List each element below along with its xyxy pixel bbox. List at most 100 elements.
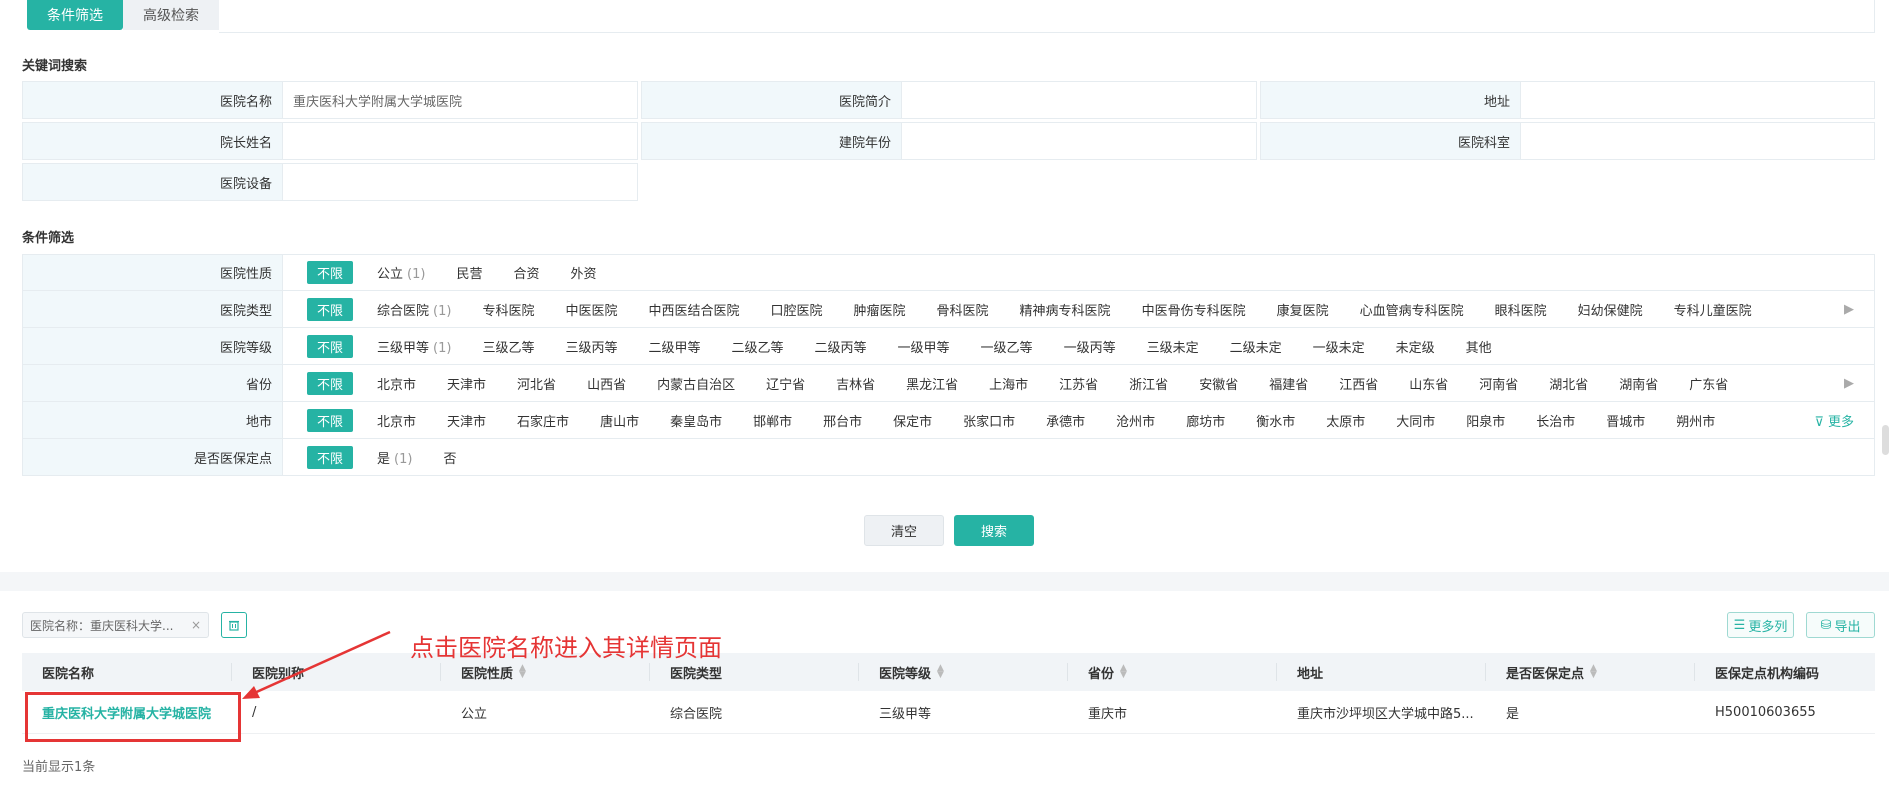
- filter-option[interactable]: 张家口市: [963, 411, 1015, 430]
- filter-option[interactable]: 三级未定: [1147, 337, 1199, 356]
- hospital-intro-input[interactable]: [902, 82, 1256, 118]
- filter-option[interactable]: 合资: [513, 263, 539, 282]
- filter-option[interactable]: 心血管病专科医院: [1360, 300, 1464, 319]
- filter-option[interactable]: 沧州市: [1116, 411, 1155, 430]
- clear-button[interactable]: 清空: [864, 515, 944, 546]
- filter-option[interactable]: 骨科医院: [937, 300, 989, 319]
- filter-option[interactable]: 口腔医院: [771, 300, 823, 319]
- filter-option[interactable]: 阳泉市: [1466, 411, 1505, 430]
- filter-option[interactable]: 未定级: [1396, 337, 1435, 356]
- search-button[interactable]: 搜索: [954, 515, 1034, 546]
- filter-option[interactable]: 保定市: [893, 411, 932, 430]
- filter-option[interactable]: 福建省: [1269, 374, 1308, 393]
- filter-option[interactable]: 二级未定: [1230, 337, 1282, 356]
- filter-option[interactable]: 廊坊市: [1186, 411, 1225, 430]
- sort-icon[interactable]: ▲ ▼: [937, 664, 944, 680]
- export-button[interactable]: ⛁ 导出: [1806, 612, 1875, 638]
- filter-option-all[interactable]: 不限: [307, 445, 354, 469]
- filter-option[interactable]: 天津市: [447, 374, 486, 393]
- filter-option[interactable]: 康复医院: [1277, 300, 1329, 319]
- filter-option[interactable]: 上海市: [989, 374, 1028, 393]
- filter-option[interactable]: 北京市: [377, 374, 416, 393]
- filter-option[interactable]: 二级丙等: [815, 337, 867, 356]
- filter-option[interactable]: 一级乙等: [981, 337, 1033, 356]
- scroll-right-icon[interactable]: ▶: [1844, 376, 1854, 391]
- filter-option[interactable]: 广东省: [1689, 374, 1728, 393]
- filter-option[interactable]: 眼科医院: [1495, 300, 1547, 319]
- filter-option[interactable]: 其他: [1466, 337, 1492, 356]
- filter-option[interactable]: 三级丙等: [565, 337, 617, 356]
- filter-option[interactable]: 衡水市: [1256, 411, 1295, 430]
- sort-icon[interactable]: ▲ ▼: [1120, 664, 1127, 680]
- filter-option[interactable]: 邢台市: [823, 411, 862, 430]
- equipment-input[interactable]: [283, 164, 637, 200]
- filter-option[interactable]: 长治市: [1536, 411, 1575, 430]
- filter-option[interactable]: 吉林省: [836, 374, 875, 393]
- filter-option[interactable]: 黑龙江省: [906, 374, 958, 393]
- filter-option-all[interactable]: 不限: [307, 408, 354, 432]
- filter-option[interactable]: 江西省: [1339, 374, 1378, 393]
- filter-option[interactable]: 山东省: [1409, 374, 1448, 393]
- founded-year-input[interactable]: [902, 123, 1256, 159]
- filter-option[interactable]: 内蒙古自治区: [657, 374, 735, 393]
- hospital-name-input[interactable]: 重庆医科大学附属大学城医院: [283, 82, 637, 118]
- sort-icon[interactable]: ▲ ▼: [1590, 664, 1597, 680]
- filter-option[interactable]: 江苏省: [1059, 374, 1098, 393]
- filter-option[interactable]: 公立 (1): [377, 263, 425, 282]
- filter-option[interactable]: 湖北省: [1549, 374, 1588, 393]
- filter-option[interactable]: 民营: [456, 263, 482, 282]
- filter-option[interactable]: 一级丙等: [1064, 337, 1116, 356]
- filter-option-all[interactable]: 不限: [307, 297, 354, 321]
- filter-option[interactable]: 精神病专科医院: [1020, 300, 1111, 319]
- filter-option[interactable]: 浙江省: [1129, 374, 1168, 393]
- filter-option[interactable]: 河北省: [517, 374, 556, 393]
- close-icon[interactable]: ×: [191, 618, 201, 632]
- filter-option[interactable]: 北京市: [377, 411, 416, 430]
- filter-option[interactable]: 太原市: [1326, 411, 1365, 430]
- filter-option[interactable]: 外资: [570, 263, 596, 282]
- tab-condition-filter[interactable]: 条件筛选: [27, 0, 123, 30]
- scroll-right-icon[interactable]: ▶: [1844, 302, 1854, 317]
- filter-option[interactable]: 邯郸市: [753, 411, 792, 430]
- filter-option[interactable]: 否: [443, 448, 456, 467]
- filter-option[interactable]: 专科儿童医院: [1674, 300, 1752, 319]
- sort-icon[interactable]: ▲ ▼: [519, 664, 526, 680]
- director-name-input[interactable]: [283, 123, 637, 159]
- filter-option[interactable]: 二级乙等: [732, 337, 784, 356]
- filter-option[interactable]: 大同市: [1396, 411, 1435, 430]
- filter-option[interactable]: 天津市: [447, 411, 486, 430]
- more-columns-button[interactable]: ☰ 更多列: [1727, 612, 1794, 638]
- filter-option[interactable]: 朔州市: [1676, 411, 1715, 430]
- filter-option[interactable]: 肿瘤医院: [854, 300, 906, 319]
- filter-option[interactable]: 河南省: [1479, 374, 1518, 393]
- filter-option[interactable]: 承德市: [1046, 411, 1085, 430]
- filter-option[interactable]: 中医骨伤专科医院: [1142, 300, 1246, 319]
- filter-option[interactable]: 一级未定: [1313, 337, 1365, 356]
- filter-option[interactable]: 山西省: [587, 374, 626, 393]
- filter-option[interactable]: 三级乙等: [482, 337, 534, 356]
- filter-option[interactable]: 中医医院: [565, 300, 617, 319]
- scrollbar-thumb[interactable]: [1882, 425, 1889, 455]
- filter-option[interactable]: 秦皇岛市: [670, 411, 722, 430]
- filter-option[interactable]: 唐山市: [600, 411, 639, 430]
- filter-option[interactable]: 综合医院 (1): [377, 300, 451, 319]
- filter-option[interactable]: 二级甲等: [648, 337, 700, 356]
- filter-option[interactable]: 是 (1): [377, 448, 412, 467]
- filter-option[interactable]: 辽宁省: [766, 374, 805, 393]
- column-header[interactable]: 省份 ▲ ▼: [1068, 653, 1277, 691]
- column-header[interactable]: 是否医保定点 ▲ ▼: [1486, 653, 1695, 691]
- filter-option-all[interactable]: 不限: [307, 334, 354, 358]
- filter-chip[interactable]: 医院名称：重庆医科大学... ×: [22, 612, 209, 638]
- column-header[interactable]: 医院等级 ▲ ▼: [859, 653, 1068, 691]
- filter-option[interactable]: 湖南省: [1619, 374, 1658, 393]
- filter-option[interactable]: 妇幼保健院: [1578, 300, 1643, 319]
- address-input[interactable]: [1521, 82, 1874, 118]
- filter-option[interactable]: 石家庄市: [517, 411, 569, 430]
- more-button[interactable]: ⊽ 更多: [1814, 411, 1854, 430]
- filter-option[interactable]: 三级甲等 (1): [377, 337, 451, 356]
- departments-input[interactable]: [1521, 123, 1874, 159]
- filter-option[interactable]: 安徽省: [1199, 374, 1238, 393]
- filter-option[interactable]: 晋城市: [1606, 411, 1645, 430]
- filter-option[interactable]: 中西医结合医院: [648, 300, 739, 319]
- filter-option-all[interactable]: 不限: [307, 371, 354, 395]
